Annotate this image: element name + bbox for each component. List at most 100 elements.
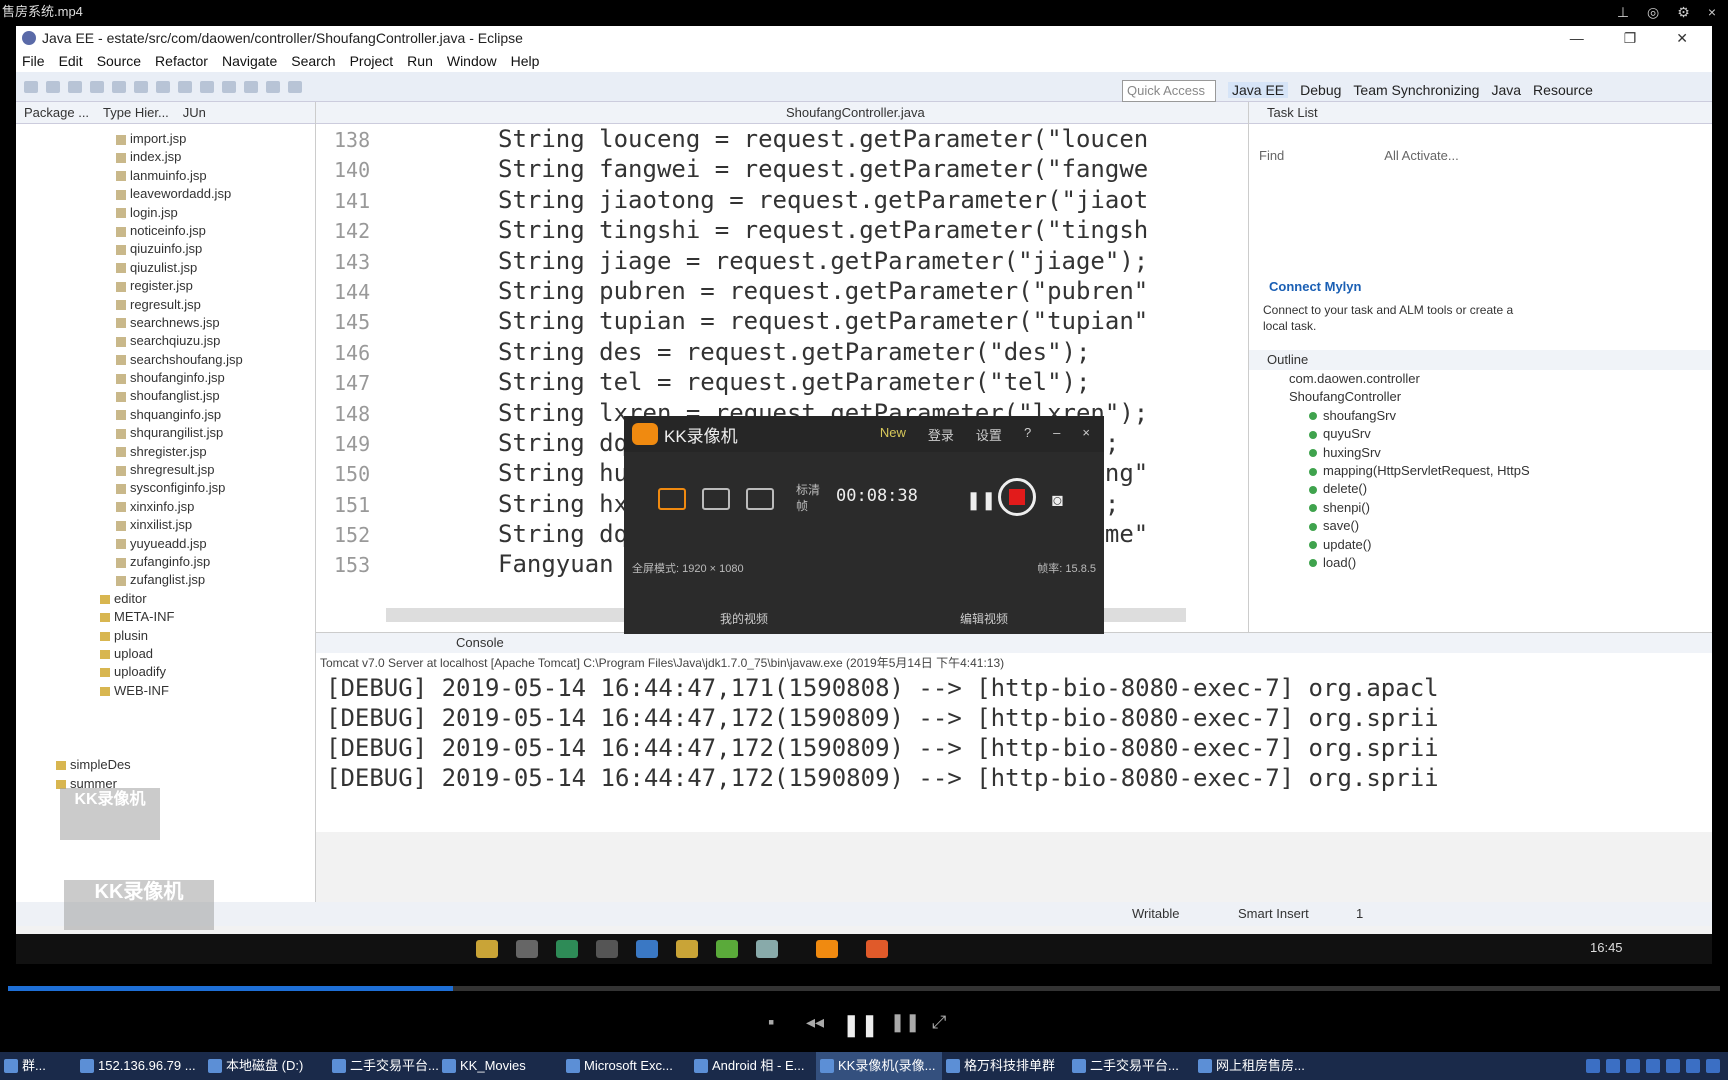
perspective-java[interactable]: Java [1491,82,1521,98]
close-icon[interactable]: ✕ [1676,30,1688,47]
tree-item[interactable]: zufanginfo.jsp [16,553,315,571]
connect-mylyn-link[interactable]: Connect Mylyn [1269,279,1712,294]
menu-refactor[interactable]: Refactor [155,53,208,69]
tree-item[interactable]: leavewordadd.jsp [16,185,315,203]
outline-item[interactable]: quyuSrv [1249,425,1712,443]
outline-item[interactable]: mapping(HttpServletRequest, HttpS [1249,462,1712,480]
app-icon[interactable] [756,940,778,958]
tree-item[interactable]: index.jsp [16,148,315,166]
tree-item[interactable]: qiuzulist.jsp [16,259,315,277]
video-progress-bar[interactable] [8,986,1720,991]
edit-video-button[interactable]: 编辑视频 [864,604,1104,634]
menu-window[interactable]: Window [447,53,497,69]
run-icon[interactable] [112,80,126,93]
taskbar-item[interactable]: 二手交易平台... [1068,1052,1194,1080]
open-type-icon[interactable] [178,80,192,93]
outline-item[interactable]: ShoufangController [1249,388,1712,406]
search-icon[interactable] [200,80,214,93]
tree-item[interactable]: qiuzuinfo.jsp [16,240,315,258]
tree-folder[interactable]: META-INF [16,608,315,626]
editor-tab[interactable]: ShoufangController.java [316,102,1248,124]
app-icon[interactable] [676,940,698,958]
forward-icon[interactable] [288,80,302,93]
kk-settings-link[interactable]: 设置 [976,425,1002,444]
app-icon[interactable] [516,940,538,958]
tree-item[interactable]: sysconfiginfo.jsp [16,479,315,497]
fullscreen-mode-icon[interactable] [658,488,686,510]
tray-icon[interactable] [1706,1059,1720,1073]
save-icon[interactable] [46,80,60,93]
app-icon[interactable] [866,940,888,958]
kk-help-icon[interactable]: ? [1024,425,1031,444]
fullscreen-icon[interactable]: ⤢ [932,1012,946,1033]
tray-icon[interactable] [1626,1059,1640,1073]
outline-item[interactable]: save() [1249,517,1712,535]
tray-icon[interactable] [1686,1059,1700,1073]
debug-icon[interactable] [90,80,104,93]
taskbar-item[interactable]: KK录像机(录像... [816,1052,942,1080]
outline-item[interactable]: update() [1249,536,1712,554]
new-icon[interactable] [24,80,38,93]
pause-icon[interactable]: ❚❚ [966,490,996,511]
tray-icon[interactable] [1646,1059,1660,1073]
game-mode-icon[interactable] [746,488,774,510]
quality-label[interactable]: 标清 帧 [796,482,826,514]
task-find-input[interactable]: Find [1259,148,1284,163]
perspective-resource[interactable]: Resource [1533,82,1593,98]
tree-item[interactable]: yuyueadd.jsp [16,535,315,553]
folder-icon[interactable] [476,940,498,958]
pin-icon[interactable]: ⊥ [1617,4,1629,21]
app-icon[interactable] [636,940,658,958]
perspective-java-ee[interactable]: Java EE [1228,82,1289,98]
tree-item[interactable]: searchqiuzu.jsp [16,332,315,350]
maximize-icon[interactable]: ❐ [1624,30,1637,47]
outline-item[interactable]: shoufangSrv [1249,407,1712,425]
tree-item[interactable]: shoufanglist.jsp [16,387,315,405]
stop-record-button[interactable] [998,478,1036,516]
taskbar-item[interactable]: 群... [0,1052,76,1080]
tree-item[interactable]: searchnews.jsp [16,314,315,332]
tree-folder[interactable]: upload [16,645,315,663]
menu-run[interactable]: Run [407,53,433,69]
tree-folder[interactable]: WEB-INF [16,682,315,700]
quick-access-input[interactable]: Quick Access [1122,80,1216,102]
taskbar-item[interactable]: Microsoft Exc... [562,1052,690,1080]
tray-icon[interactable] [1606,1059,1620,1073]
taskbar-item[interactable]: 152.136.96.79 ... [76,1052,204,1080]
region-mode-icon[interactable] [702,488,730,510]
app-icon[interactable] [596,940,618,958]
menu-navigate[interactable]: Navigate [222,53,277,69]
minimize-icon[interactable]: — [1570,30,1584,47]
tree-item[interactable]: import.jsp [16,130,315,148]
menu-edit[interactable]: Edit [59,53,83,69]
taskbar-item[interactable]: Android 相 - E... [690,1052,816,1080]
kk-login-link[interactable]: 登录 [928,425,954,444]
rewind-icon[interactable]: ◂◂ [806,1012,824,1033]
kk-close-icon[interactable]: × [1082,425,1090,444]
tab-package-explorer[interactable]: Package ... [24,105,89,120]
new-class-icon[interactable] [156,80,170,93]
tab-outline[interactable]: Outline [1249,350,1712,370]
menu-file[interactable]: File [22,53,45,69]
tree-item[interactable]: lanmuinfo.jsp [16,167,315,185]
tree-folder[interactable]: editor [16,590,315,608]
tree-item[interactable]: xinxilist.jsp [16,516,315,534]
taskbar-item[interactable]: 格万科技排单群 [942,1052,1068,1080]
menu-search[interactable]: Search [291,53,335,69]
perspective-debug[interactable]: Debug [1300,82,1341,98]
tree-item[interactable]: searchshoufang.jsp [16,351,315,369]
settings-icon[interactable]: ⚙ [1677,4,1690,21]
task-activate[interactable]: Activate... [1402,148,1459,163]
kk-taskbar-icon[interactable] [816,940,838,958]
taskbar-item[interactable]: KK_Movies [438,1052,562,1080]
tree-item[interactable]: shregister.jsp [16,443,315,461]
tree-folder[interactable]: uploadify [16,663,315,681]
tree-item[interactable]: register.jsp [16,277,315,295]
stop-icon[interactable]: ❚❚ [890,1012,920,1033]
tree-item[interactable]: regresult.jsp [16,296,315,314]
app-icon[interactable] [556,940,578,958]
tree-item[interactable]: shregresult.jsp [16,461,315,479]
app-icon[interactable] [716,940,738,958]
light-icon[interactable]: ◎ [1647,4,1659,21]
next-annotation-icon[interactable] [222,80,236,93]
